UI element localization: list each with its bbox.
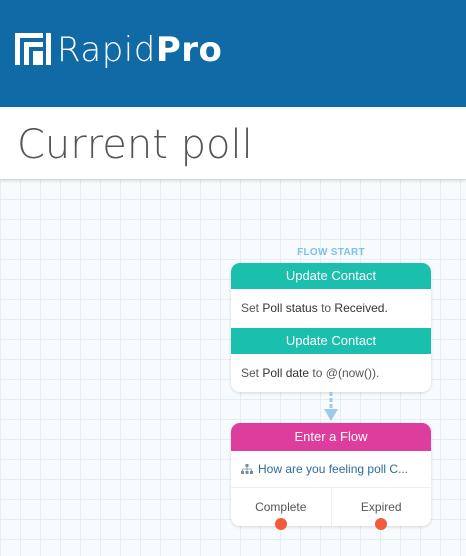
action-text-mid: to xyxy=(312,366,323,380)
action-body-set-poll-status[interactable]: Set Poll status to Received. xyxy=(231,289,431,328)
subflow-body[interactable]: How are you feeling poll C... xyxy=(231,451,431,488)
action-text-prefix: Set xyxy=(241,366,260,380)
exit-label: Complete xyxy=(255,500,307,514)
action-field-value: Received. xyxy=(334,301,388,315)
rapidpro-logo-icon xyxy=(15,33,51,65)
action-text-prefix: Set xyxy=(241,301,260,315)
exit-complete[interactable]: Complete xyxy=(231,488,331,530)
exit-list: Complete Expired xyxy=(231,488,432,530)
page-title: Current poll xyxy=(17,122,253,168)
action-body-set-poll-date[interactable]: Set Poll date to @(now()). xyxy=(231,354,431,392)
action-header-update-contact[interactable]: Update Contact xyxy=(231,263,431,289)
logo-text-bold: Pro xyxy=(155,30,223,70)
app-header: RapidPro xyxy=(0,0,466,107)
logo-text-light: Rapid xyxy=(57,30,156,70)
flow-start-label: FLOW START xyxy=(297,247,365,258)
actions-node[interactable]: Update Contact Set Poll status to Receiv… xyxy=(231,263,431,392)
connector-arrow-icon xyxy=(324,392,338,421)
flow-hierarchy-icon xyxy=(241,464,253,474)
exit-expired[interactable]: Expired xyxy=(330,488,432,530)
exit-connector-dot[interactable] xyxy=(274,518,287,530)
rapidpro-logo-text[interactable]: RapidPro xyxy=(57,30,222,70)
action-field-value: @(now()). xyxy=(325,366,380,380)
exit-label: Expired xyxy=(360,500,402,514)
subflow-flow-name: How are you feeling poll C... xyxy=(258,462,409,476)
action-text-mid: to xyxy=(321,301,332,315)
action-header-update-contact[interactable]: Update Contact xyxy=(231,328,431,354)
title-bar: Current poll xyxy=(0,107,466,179)
subflow-header[interactable]: Enter a Flow xyxy=(231,423,431,451)
action-field-name: Poll date xyxy=(262,366,310,380)
subflow-node[interactable]: Enter a Flow How are you feeling poll C.… xyxy=(231,423,432,530)
action-field-name: Poll status xyxy=(262,301,318,315)
